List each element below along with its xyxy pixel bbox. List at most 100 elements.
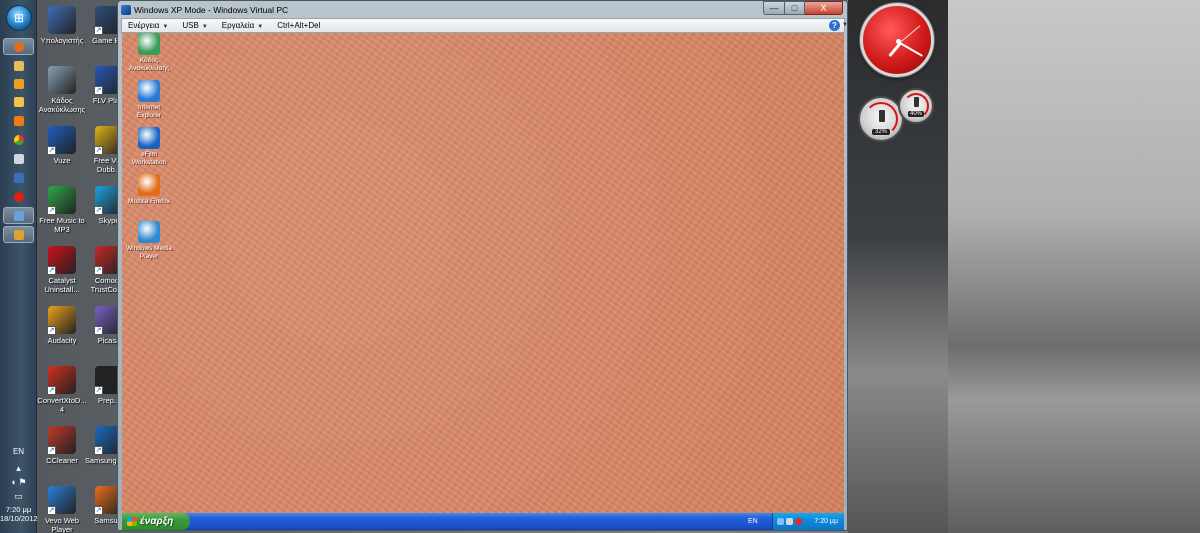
menu-tools[interactable]: Εργαλεία ▼ (216, 21, 271, 30)
clock-minute-hand (899, 42, 923, 57)
efilm-icon (138, 127, 160, 149)
desktop-icon-label: Κάδος Ανακύκλωσης (38, 96, 86, 114)
taskbar-network-button[interactable] (3, 207, 34, 224)
xp-recycle-bin-icon (138, 33, 160, 55)
xp-start-button[interactable]: έναρξη (122, 513, 190, 530)
shortcut-arrow-icon: ↗ (94, 26, 103, 35)
show-hidden-icons-button[interactable]: ▴ (0, 463, 37, 474)
cpu-meter-gadget[interactable]: 32% 40% (858, 88, 938, 144)
cpu-needle (879, 110, 885, 122)
menu-ctrl-alt-del[interactable]: Ctrl+Alt+Del (271, 21, 328, 30)
desktop-wallpaper-right (948, 0, 1200, 533)
chart-app-icon (13, 153, 24, 164)
xp-alert-icon[interactable] (795, 518, 802, 525)
recycle-bin-icon (48, 66, 76, 94)
xp-mode-window: Windows XP Mode - Windows Virtual PC — □… (117, 0, 848, 531)
xp-desktop-icon[interactable]: Κάδος Ανακύκλωσης (126, 33, 172, 73)
xp-taskbar: έναρξη EN 7:20 μμ (122, 513, 844, 530)
wmp-icon (138, 221, 160, 243)
xp-desktop-icon[interactable]: Mozilla Firefox (126, 174, 172, 206)
taskbar-firefox-button[interactable] (3, 38, 34, 55)
virtual-pc-icon (121, 5, 131, 15)
windows-flag-icon (127, 517, 137, 526)
clock-gadget[interactable] (860, 3, 934, 77)
memory-needle (914, 97, 919, 107)
language-indicator[interactable]: EN (0, 447, 37, 456)
shortcut-arrow-icon: ↗ (94, 326, 103, 335)
vlc-icon (13, 115, 24, 126)
network-icon (13, 210, 24, 221)
xp-desktop-icon[interactable]: eFilm Workstation (126, 127, 172, 167)
taskbar-chrome-button[interactable] (3, 131, 34, 148)
desktop-icon-label: Vevo Web Player (44, 516, 80, 533)
desktop-icon[interactable]: ↗ Vevo Web Player (37, 486, 87, 533)
xp-desktop-icon-label: Mozilla Firefox (128, 198, 170, 205)
taskbar-opera-button[interactable] (3, 188, 34, 205)
taskbar-app-button-3[interactable] (3, 169, 34, 186)
desktop-wallpaper-mid (848, 0, 948, 533)
xp-system-tray: 7:20 μμ (772, 513, 844, 530)
clock[interactable]: 7:20 μμ 18/10/2012 (0, 505, 38, 523)
clock-center (896, 39, 901, 44)
action-center-icon[interactable]: ⚑ (18, 477, 26, 487)
taskbar-app-button-2[interactable] (3, 150, 34, 167)
chrome-icon (13, 134, 24, 145)
xp-desktop-icon[interactable]: Internet Explorer (126, 80, 172, 120)
xp-desktop-icon-label: Κάδος Ανακύκλωσης (128, 57, 170, 72)
taskbar-xpmode-button[interactable] (3, 226, 34, 243)
chevron-down-icon: ▼ (201, 24, 208, 30)
desktop-icon-label: Catalyst Uninstall... (44, 276, 80, 294)
xp-desktop: Κάδος Ανακύκλωσης Internet Explorer eFilm … (122, 33, 844, 530)
firefox-icon (138, 174, 160, 196)
app-icon (13, 96, 24, 107)
cpu-dial: 32% (858, 96, 904, 142)
taskbar-explorer-button[interactable] (3, 57, 34, 74)
minimize-button[interactable]: — (763, 1, 785, 15)
shortcut-arrow-icon: ↗ (47, 206, 56, 215)
desktop-icon[interactable]: ↗Free Music to MP3 Converter (37, 186, 87, 234)
x-app-icon (13, 172, 24, 183)
maximize-button[interactable]: □ (785, 1, 805, 15)
desktop-icon-label: Audacity (47, 336, 77, 345)
vuze-icon: ↗ (47, 126, 76, 155)
volume-icon[interactable]: ◖ (10, 477, 15, 487)
taskbar-app-button-1[interactable] (3, 93, 34, 110)
ie-icon (138, 80, 160, 102)
desktop-icon[interactable]: ↗ ConvertXtoD... 4 (37, 366, 87, 414)
help-button[interactable]: ? ▼ (829, 20, 848, 31)
shortcut-arrow-icon: ↗ (94, 206, 103, 215)
window-title-bar[interactable]: Windows XP Mode - Windows Virtual PC (121, 2, 721, 18)
menu-usb-label: USB (182, 21, 199, 30)
desktop-icon[interactable]: Υπολογιστής (37, 6, 87, 45)
xp-security-icon[interactable] (786, 518, 793, 525)
menu-ctrl-alt-del-label: Ctrl+Alt+Del (277, 21, 321, 30)
help-icon: ? (832, 21, 837, 30)
taskbar-mediaplayer-button[interactable] (3, 75, 34, 92)
menu-action[interactable]: Ενέργεια ▼ (122, 21, 176, 30)
desktop-icon[interactable]: Κάδος Ανακύκλωσης (37, 66, 87, 114)
folder-icon (13, 60, 24, 71)
chevron-down-icon: ▼ (162, 24, 169, 30)
xp-clock[interactable]: 7:20 μμ (814, 518, 844, 525)
network-tray-icon[interactable]: ▭ (0, 491, 37, 502)
chevron-down-icon: ▼ (842, 22, 848, 28)
firefox-icon (13, 41, 24, 52)
mp3-converter-icon: ↗ (47, 186, 76, 215)
xp-network-icon[interactable] (777, 518, 784, 525)
ati-icon: ↗ (47, 246, 76, 275)
desktop-icon[interactable]: ↗ Catalyst Uninstall... (37, 246, 87, 294)
vevo-icon: ↗ (47, 486, 76, 515)
clock-hour-hand (887, 42, 902, 57)
desktop-icon[interactable]: ↗ Vuze (37, 126, 87, 165)
menu-usb[interactable]: USB ▼ (176, 21, 215, 30)
desktop-icon-label: Vuze (53, 156, 71, 165)
start-button[interactable]: ⊞ (6, 5, 32, 31)
taskbar-vlc-button[interactable] (3, 112, 34, 129)
xp-desktop-icon[interactable]: Windows Media Player (126, 221, 172, 261)
xp-language-indicator[interactable]: EN (748, 513, 758, 530)
shortcut-arrow-icon: ↗ (47, 506, 56, 515)
close-button[interactable]: X (805, 1, 843, 15)
desktop-icon[interactable]: ↗ CCleaner (37, 426, 87, 465)
xp-desktop-icon-label: eFilm Workstation (131, 151, 167, 166)
desktop-icon[interactable]: ↗ Audacity (37, 306, 87, 345)
